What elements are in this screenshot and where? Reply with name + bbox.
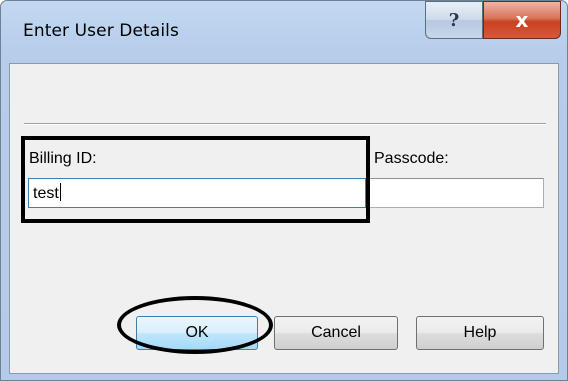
passcode-input[interactable] <box>368 178 544 208</box>
dialog-window: Enter User Details ? x Billing ID: Passc… <box>0 0 568 381</box>
cancel-button-label: Cancel <box>311 324 361 341</box>
billing-id-value: test <box>33 185 59 202</box>
close-icon: x <box>515 8 529 32</box>
passcode-label: Passcode: <box>374 150 449 167</box>
ok-button-label: OK <box>185 324 209 341</box>
title-bar[interactable]: Enter User Details ? x <box>1 1 567 63</box>
billing-id-label: Billing ID: <box>29 150 97 167</box>
separator-line <box>24 123 546 125</box>
title-help-button[interactable]: ? <box>425 1 483 39</box>
text-caret <box>59 183 61 201</box>
help-button[interactable]: Help <box>416 316 544 350</box>
title-close-button[interactable]: x <box>483 1 561 39</box>
help-button-label: Help <box>463 324 497 341</box>
ok-button[interactable]: OK <box>136 316 258 350</box>
question-mark-icon: ? <box>448 9 460 31</box>
cancel-button[interactable]: Cancel <box>274 316 398 350</box>
window-title: Enter User Details <box>23 21 179 41</box>
billing-id-input[interactable]: test <box>28 178 366 208</box>
dialog-content: Billing ID: Passcode: test OK Cancel Hel… <box>9 63 559 374</box>
